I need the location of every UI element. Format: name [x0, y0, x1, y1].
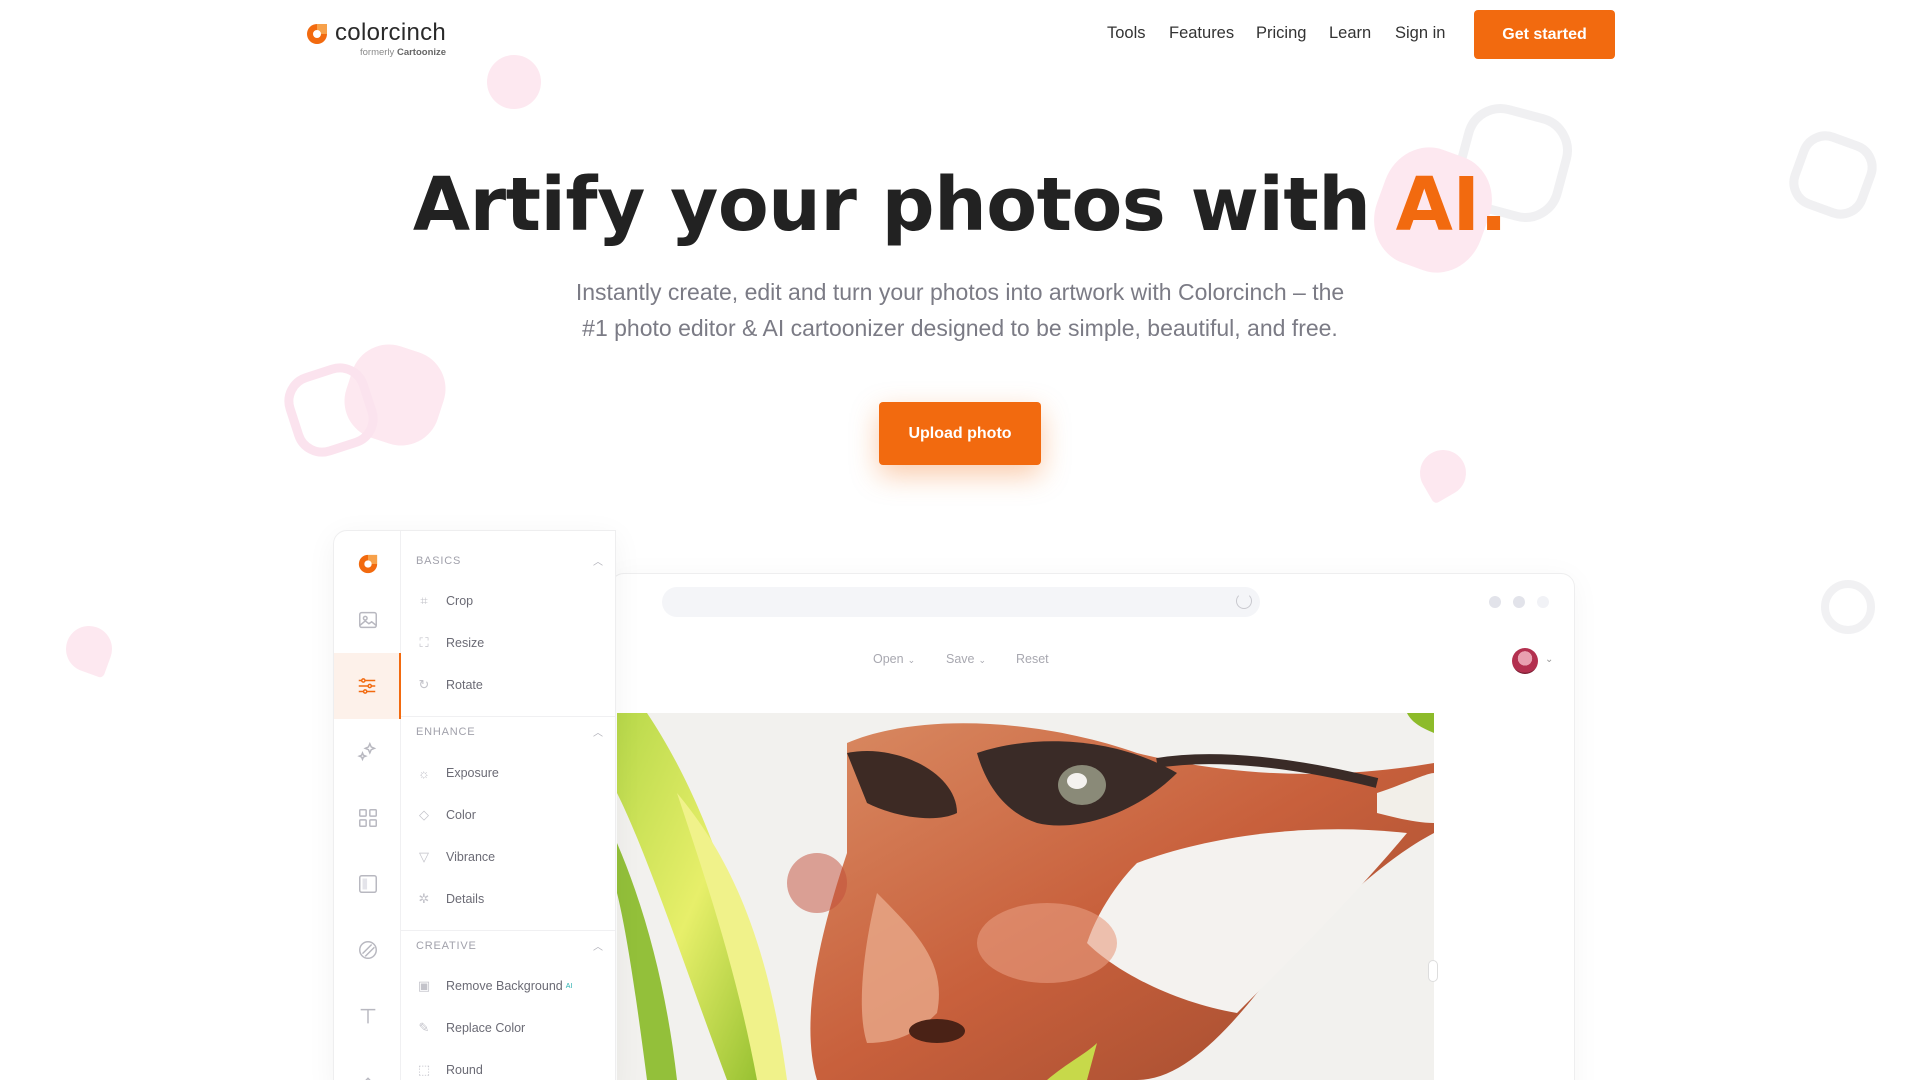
- section-enhance-title: ENHANCE: [416, 726, 476, 738]
- effects-icon: [356, 741, 376, 762]
- rail-mask[interactable]: [334, 917, 401, 983]
- site-header: colorcinch formerly Cartoonize Tools Fea…: [0, 0, 1920, 70]
- rail-more[interactable]: [334, 1049, 401, 1080]
- sun-icon: ☼: [418, 765, 430, 781]
- decor-blob: [1411, 441, 1475, 505]
- adjust-icon: [358, 678, 375, 694]
- tools-panel: BASICS ︿ ⌗ Crop ⛶ Resize ↻ Rotate ENHANCE ︿…: [333, 530, 616, 1080]
- tool-resize[interactable]: ⛶ Resize: [416, 635, 484, 651]
- chevron-down-icon[interactable]: ⌄: [1545, 654, 1553, 665]
- section-basics-title: BASICS: [416, 555, 462, 567]
- decor-rounded-square: [276, 355, 386, 465]
- resize-icon: ⛶: [419, 635, 429, 650]
- rail-grid[interactable]: [334, 785, 401, 851]
- nav-pricing[interactable]: Pricing: [1256, 24, 1306, 43]
- mask-icon: [358, 941, 377, 959]
- section-divider: [401, 930, 615, 931]
- logo-icon: [358, 554, 377, 574]
- rail-adjust[interactable]: [334, 653, 401, 719]
- chevron-up-icon[interactable]: ︿: [593, 553, 603, 568]
- artwork-image: [617, 713, 1434, 1080]
- section-divider: [401, 716, 615, 717]
- window-dot: [1513, 596, 1525, 608]
- tool-rotate[interactable]: ↻ Rotate: [416, 677, 483, 693]
- avatar[interactable]: [1512, 648, 1538, 674]
- tool-crop[interactable]: ⌗ Crop: [416, 593, 473, 609]
- tool-color[interactable]: ◇ Color: [416, 807, 476, 823]
- hero-subtitle: Instantly create, edit and turn your pho…: [575, 279, 1345, 341]
- brand-name: colorcinch: [335, 19, 447, 46]
- chevron-up-icon[interactable]: ︿: [593, 724, 603, 739]
- address-bar[interactable]: [662, 587, 1260, 617]
- rail-effects[interactable]: [334, 719, 401, 785]
- tool-exposure[interactable]: ☼ Exposure: [416, 765, 499, 781]
- logo[interactable]: colorcinch formerly Cartoonize: [305, 20, 446, 58]
- window-dot: [1537, 596, 1549, 608]
- nav-learn[interactable]: Learn: [1329, 24, 1371, 43]
- chevron-up-icon[interactable]: ︿: [593, 938, 603, 953]
- nav-tools[interactable]: Tools: [1107, 24, 1146, 43]
- icon-rail: [334, 531, 401, 1080]
- shield-icon: ▽: [419, 849, 429, 864]
- text-icon: [360, 1008, 375, 1024]
- refresh-icon[interactable]: [1236, 593, 1252, 609]
- ai-badge: AI: [565, 982, 573, 990]
- toolbar-open[interactable]: Open ⌄: [873, 652, 915, 666]
- chevron-down-icon: ⌄: [907, 655, 916, 665]
- tool-remove-background[interactable]: ▣ Remove Background AI: [416, 978, 573, 994]
- decor-blob: [334, 334, 456, 456]
- rail-frame[interactable]: [334, 851, 401, 917]
- tool-replace-color[interactable]: ✎ Replace Color: [416, 1020, 526, 1036]
- tool-vibrance[interactable]: ▽ Vibrance: [416, 849, 495, 865]
- tool-round[interactable]: ⬚ Round: [416, 1062, 483, 1078]
- chevron-down-icon: ⌄: [978, 655, 987, 665]
- toolbar-reset[interactable]: Reset: [1016, 652, 1049, 666]
- rotate-icon: ↻: [418, 677, 430, 692]
- nav-features[interactable]: Features: [1169, 24, 1234, 43]
- section-creative-title: CREATIVE: [416, 940, 477, 952]
- decor-blob: [59, 619, 119, 679]
- rail-text[interactable]: [334, 983, 401, 1049]
- gear-icon: ✲: [418, 891, 430, 906]
- photo-canvas[interactable]: [617, 713, 1434, 1080]
- toolbar-save[interactable]: Save ⌄: [946, 652, 986, 666]
- rail-image[interactable]: [334, 587, 401, 653]
- tool-details[interactable]: ✲ Details: [416, 891, 485, 907]
- nav-sign-in[interactable]: Sign in: [1395, 24, 1445, 43]
- replace-color-icon: ✎: [418, 1020, 430, 1035]
- drop-icon: ◇: [419, 807, 429, 822]
- frame-icon: [358, 875, 377, 893]
- decor-ring: [1821, 580, 1875, 634]
- logo-icon: [307, 24, 327, 44]
- round-corner-icon: ⬚: [417, 1062, 431, 1077]
- crop-icon: ⌗: [420, 593, 428, 608]
- window-dot: [1489, 596, 1501, 608]
- get-started-button[interactable]: Get started: [1474, 10, 1615, 59]
- remove-bg-icon: ▣: [417, 978, 431, 993]
- scroll-handle[interactable]: [1428, 960, 1438, 982]
- more-icon: [364, 1077, 371, 1080]
- brand-formerly: formerly Cartoonize: [360, 47, 447, 58]
- image-icon: [358, 611, 377, 629]
- upload-photo-button[interactable]: Upload photo: [879, 402, 1041, 465]
- grid-icon: [358, 809, 377, 827]
- hero-title: Artify your photos with AI.: [412, 162, 1508, 248]
